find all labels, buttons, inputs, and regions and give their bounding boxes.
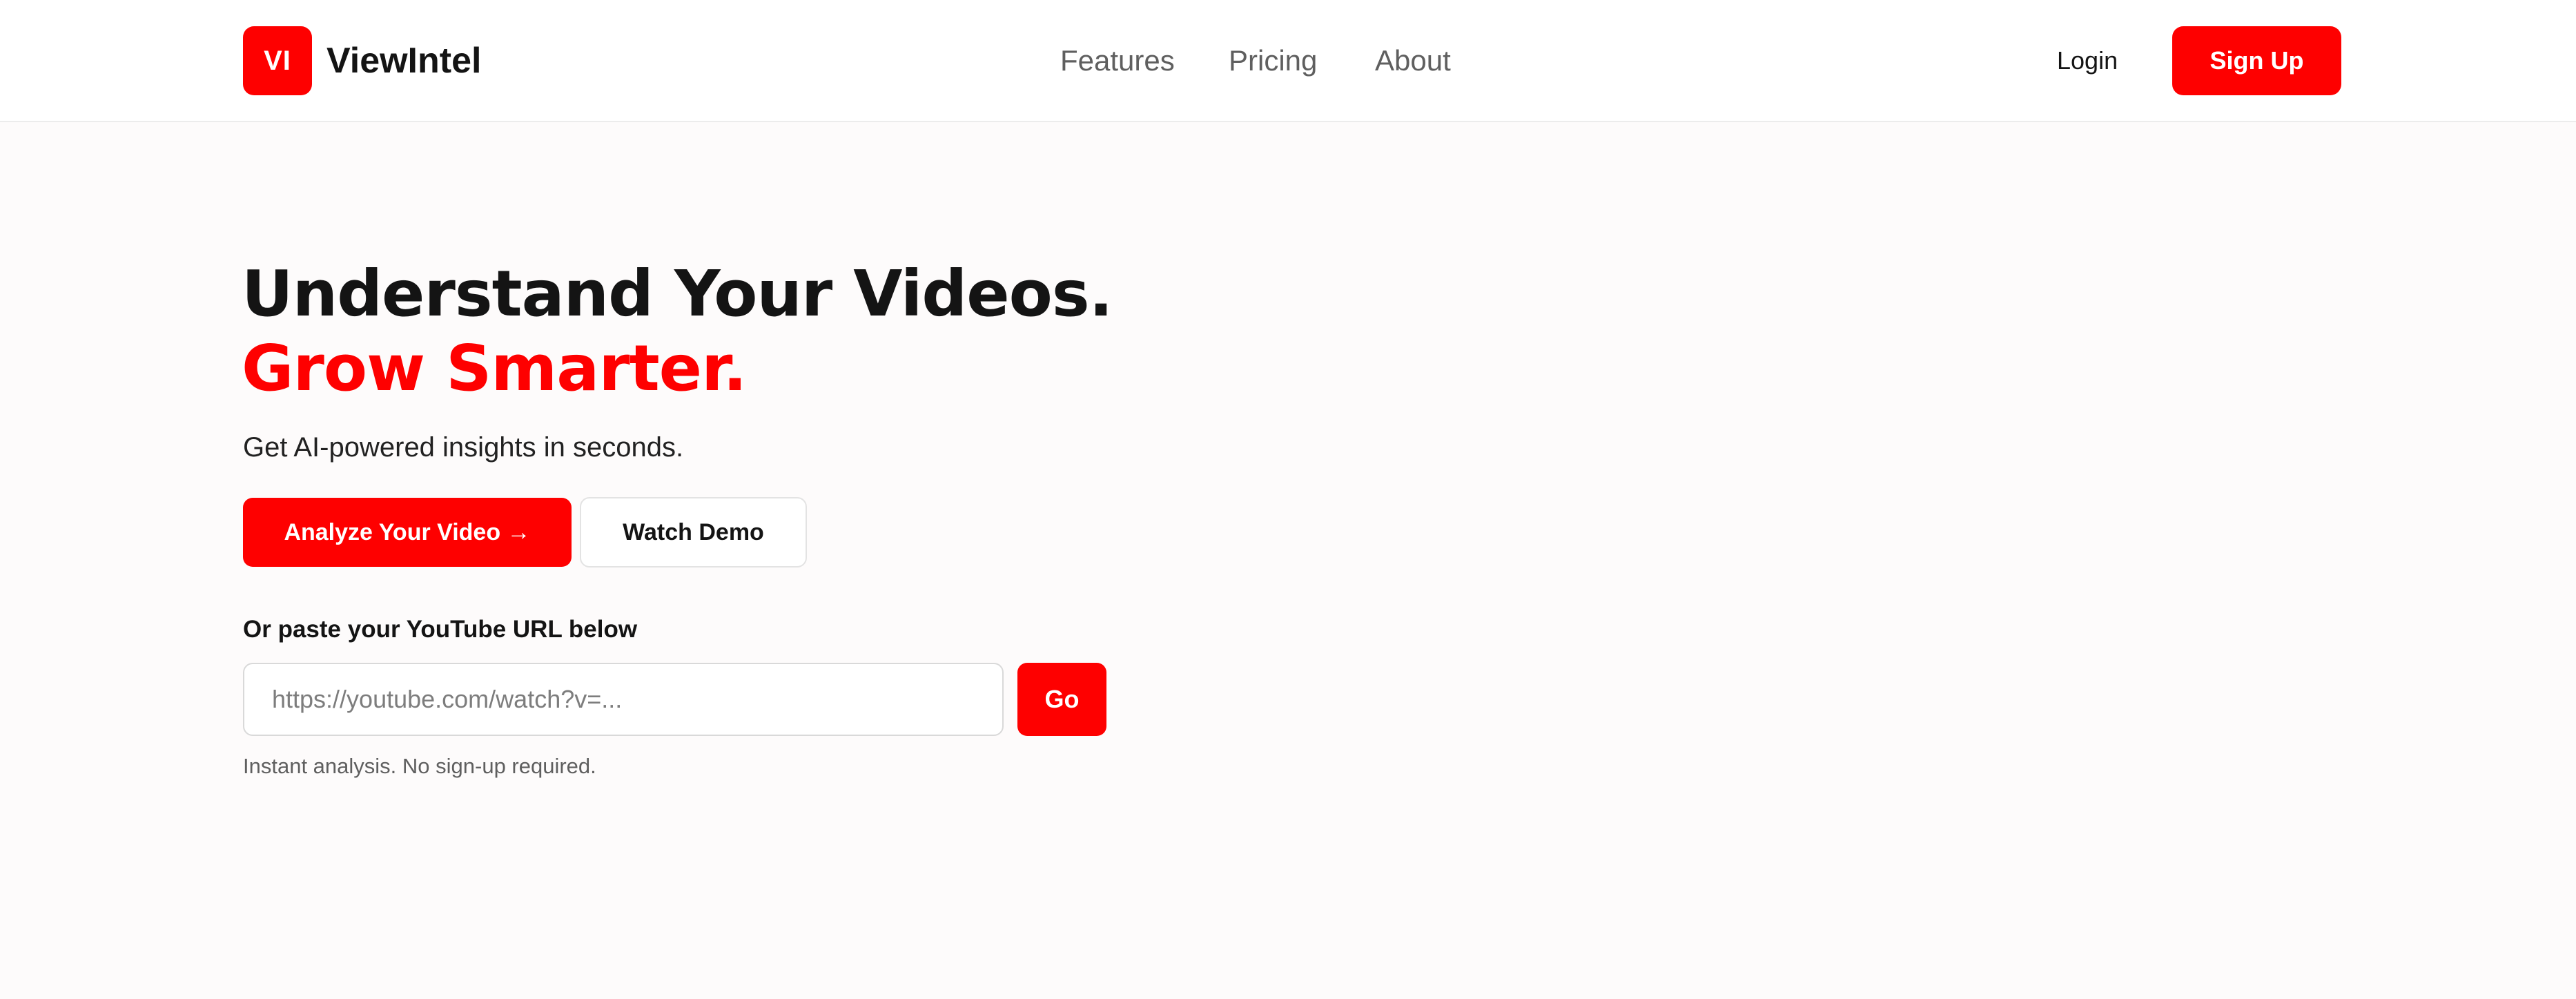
hero-title-accent: Grow Smarter.: [242, 331, 747, 405]
watch-demo-button[interactable]: Watch Demo: [580, 497, 807, 568]
login-link[interactable]: Login: [2057, 37, 2118, 84]
brand-name[interactable]: ViewIntel: [326, 37, 481, 84]
nav-link-features[interactable]: Features: [1060, 37, 1175, 84]
nav-link-about[interactable]: About: [1375, 37, 1451, 84]
hero-title: Understand Your Videos.: [242, 257, 1113, 331]
nav-link-pricing[interactable]: Pricing: [1229, 37, 1317, 84]
hero-subtitle: Get AI-powered insights in seconds.: [243, 432, 684, 463]
site-header: VI ViewIntel Features Pricing About Logi…: [0, 0, 2576, 122]
logo-icon[interactable]: VI: [243, 26, 312, 95]
youtube-url-input[interactable]: [243, 663, 1004, 736]
instant-analysis-note: Instant analysis. No sign-up required.: [243, 754, 596, 778]
sign-up-button[interactable]: Sign Up: [2172, 26, 2341, 95]
url-field-label: Or paste your YouTube URL below: [243, 616, 638, 643]
analyze-video-button[interactable]: Analyze Your Video →: [243, 498, 572, 567]
go-button[interactable]: Go: [1017, 663, 1106, 736]
